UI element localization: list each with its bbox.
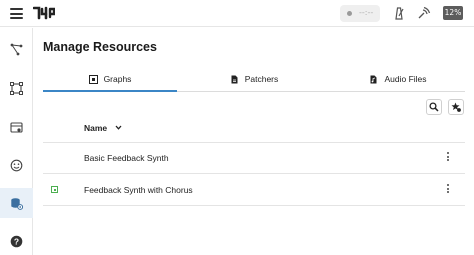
sidebar: ?: [0, 28, 33, 255]
table-row[interactable]: Feedback Synth with Chorus: [43, 175, 465, 206]
table-row[interactable]: Basic Feedback Synth: [43, 143, 465, 174]
midi-activity-icon[interactable]: [417, 6, 431, 20]
svg-text:?: ?: [14, 236, 19, 246]
tab-graphs-label: Graphs: [103, 74, 132, 84]
tab-patchers-label: Patchers: [244, 74, 279, 84]
logo-icon: [33, 6, 55, 20]
more-options-icon[interactable]: [445, 183, 451, 197]
resource-name: Basic Feedback Synth: [84, 153, 169, 163]
resource-name: Feedback Synth with Chorus: [84, 185, 193, 195]
resource-tabs: Graphs Patchers Audio Files: [43, 66, 465, 92]
sidebar-item-help[interactable]: ?: [0, 226, 33, 255]
instruments-icon: [10, 121, 23, 133]
patcher-icon: [10, 81, 23, 95]
star-add-icon: [451, 102, 461, 112]
top-bar: --:-- 12%: [0, 0, 474, 27]
resources-icon: [11, 197, 23, 210]
metronome-icon[interactable]: [392, 6, 406, 20]
loaded-indicator-icon: [51, 186, 58, 193]
sidebar-item-resources[interactable]: [0, 188, 33, 218]
audio-file-icon: [370, 75, 377, 83]
face-icon: [10, 159, 23, 171]
name-column-label: Name: [84, 123, 108, 133]
menu-icon[interactable]: [10, 8, 23, 19]
cpu-usage-badge: 12%: [443, 6, 463, 20]
graphs-tab-icon: [88, 74, 98, 84]
tab-patchers[interactable]: Patchers: [187, 66, 321, 92]
transport-status[interactable]: --:--: [340, 5, 380, 22]
help-icon: ?: [10, 235, 23, 247]
active-tab-indicator: [43, 90, 177, 92]
tab-audio-files-label: Audio Files: [384, 74, 427, 84]
status-text: --:--: [359, 8, 374, 17]
sidebar-item-instruments[interactable]: [0, 112, 33, 142]
more-options-icon[interactable]: [445, 151, 451, 165]
status-dot-icon: [347, 11, 352, 16]
favorites-filter-button[interactable]: [448, 99, 464, 115]
tab-graphs[interactable]: Graphs: [43, 66, 177, 92]
search-icon: [429, 102, 439, 112]
sidebar-item-graph-editor[interactable]: [0, 34, 33, 64]
page-title: Manage Resources: [43, 40, 157, 54]
chevron-down-icon: [115, 125, 122, 130]
sidebar-item-patcher[interactable]: [0, 73, 33, 103]
search-button[interactable]: [426, 99, 442, 115]
name-column-header[interactable]: Name: [84, 123, 122, 133]
tab-audio-files[interactable]: Audio Files: [331, 66, 465, 92]
graph-editor-icon: [10, 43, 23, 55]
sidebar-item-face[interactable]: [0, 150, 33, 180]
file-icon: [231, 75, 238, 83]
